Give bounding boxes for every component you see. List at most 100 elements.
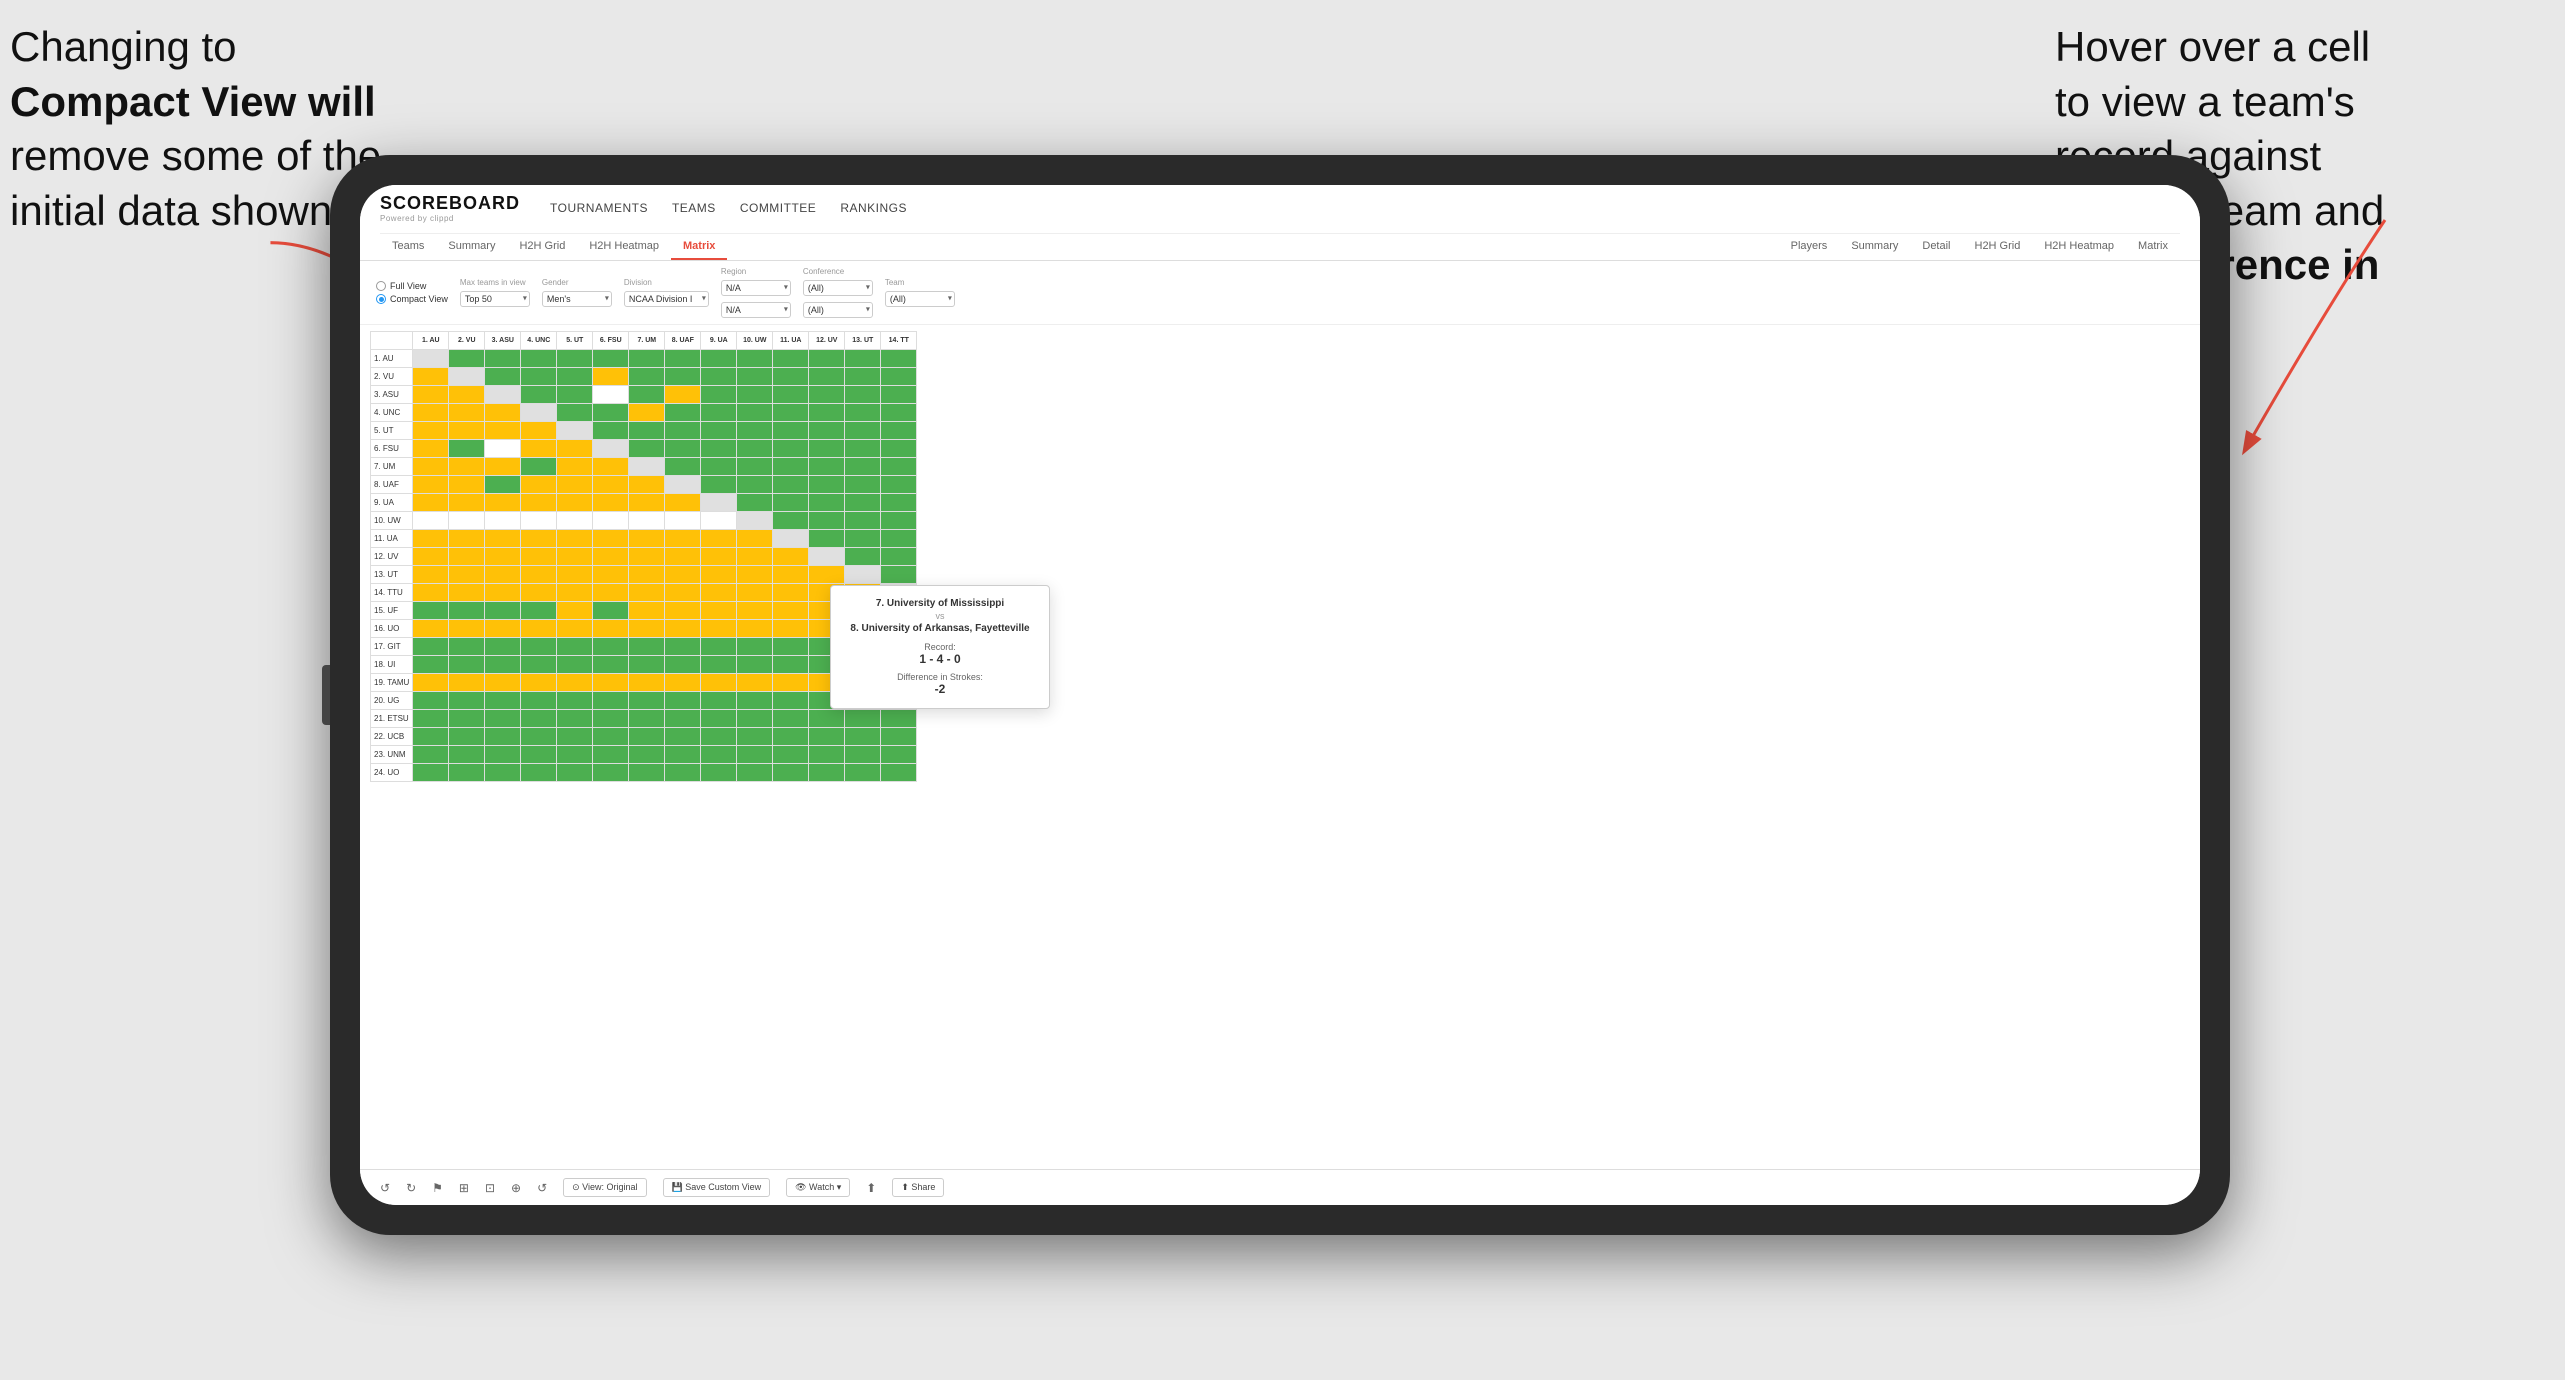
matrix-cell[interactable] xyxy=(521,548,557,566)
matrix-cell[interactable] xyxy=(701,530,737,548)
matrix-cell[interactable] xyxy=(593,404,629,422)
nav-teams[interactable]: TEAMS xyxy=(672,201,716,215)
matrix-cell[interactable] xyxy=(449,584,485,602)
matrix-cell[interactable] xyxy=(665,728,701,746)
matrix-cell[interactable] xyxy=(593,512,629,530)
matrix-cell[interactable] xyxy=(629,494,665,512)
matrix-cell[interactable] xyxy=(701,368,737,386)
matrix-cell[interactable] xyxy=(593,440,629,458)
matrix-cell[interactable] xyxy=(701,710,737,728)
matrix-cell[interactable] xyxy=(629,422,665,440)
matrix-cell[interactable] xyxy=(557,350,593,368)
matrix-cell[interactable] xyxy=(413,512,449,530)
matrix-cell[interactable] xyxy=(737,638,773,656)
matrix-cell[interactable] xyxy=(881,728,917,746)
matrix-cell[interactable] xyxy=(521,422,557,440)
tab-h2h-grid-right[interactable]: H2H Grid xyxy=(1963,234,2033,260)
matrix-cell[interactable] xyxy=(701,440,737,458)
matrix-cell[interactable] xyxy=(557,512,593,530)
matrix-cell[interactable] xyxy=(701,764,737,782)
matrix-cell[interactable] xyxy=(737,512,773,530)
matrix-cell[interactable] xyxy=(845,530,881,548)
matrix-cell[interactable] xyxy=(809,566,845,584)
matrix-cell[interactable] xyxy=(449,548,485,566)
matrix-cell[interactable] xyxy=(521,692,557,710)
matrix-cell[interactable] xyxy=(629,692,665,710)
matrix-cell[interactable] xyxy=(521,566,557,584)
matrix-cell[interactable] xyxy=(665,458,701,476)
conference-select-2[interactable]: (All) xyxy=(803,302,873,318)
team-select[interactable]: (All) xyxy=(885,291,955,307)
save-custom-btn[interactable]: 💾 Save Custom View xyxy=(663,1178,771,1197)
matrix-cell[interactable] xyxy=(665,530,701,548)
matrix-cell[interactable] xyxy=(449,602,485,620)
matrix-cell[interactable] xyxy=(449,710,485,728)
matrix-cell[interactable] xyxy=(629,746,665,764)
matrix-cell[interactable] xyxy=(881,458,917,476)
matrix-cell[interactable] xyxy=(773,440,809,458)
tab-summary-right[interactable]: Summary xyxy=(1839,234,1910,260)
full-view-radio[interactable]: Full View xyxy=(376,281,448,291)
region-select-1[interactable]: N/A xyxy=(721,280,791,296)
matrix-cell[interactable] xyxy=(773,638,809,656)
matrix-cell[interactable] xyxy=(737,530,773,548)
matrix-cell[interactable] xyxy=(521,458,557,476)
matrix-cell[interactable] xyxy=(521,368,557,386)
matrix-cell[interactable] xyxy=(413,422,449,440)
matrix-cell[interactable] xyxy=(737,728,773,746)
matrix-cell[interactable] xyxy=(845,512,881,530)
matrix-cell[interactable] xyxy=(485,548,521,566)
matrix-cell[interactable] xyxy=(701,350,737,368)
matrix-cell[interactable] xyxy=(737,494,773,512)
matrix-cell[interactable] xyxy=(665,368,701,386)
matrix-cell[interactable] xyxy=(521,728,557,746)
matrix-cell[interactable] xyxy=(593,350,629,368)
matrix-cell[interactable] xyxy=(413,548,449,566)
matrix-cell[interactable] xyxy=(629,566,665,584)
matrix-cell[interactable] xyxy=(413,728,449,746)
matrix-cell[interactable] xyxy=(773,620,809,638)
matrix-cell[interactable] xyxy=(413,368,449,386)
region-select-2[interactable]: N/A xyxy=(721,302,791,318)
matrix-cell[interactable] xyxy=(521,620,557,638)
matrix-cell[interactable] xyxy=(413,494,449,512)
matrix-cell[interactable] xyxy=(845,710,881,728)
matrix-cell[interactable] xyxy=(413,584,449,602)
matrix-cell[interactable] xyxy=(737,566,773,584)
matrix-cell[interactable] xyxy=(665,566,701,584)
matrix-cell[interactable] xyxy=(629,602,665,620)
matrix-cell[interactable] xyxy=(593,602,629,620)
matrix-cell[interactable] xyxy=(449,692,485,710)
matrix-cell[interactable] xyxy=(521,386,557,404)
matrix-cell[interactable] xyxy=(881,710,917,728)
matrix-cell[interactable] xyxy=(773,764,809,782)
matrix-cell[interactable] xyxy=(593,620,629,638)
matrix-cell[interactable] xyxy=(737,692,773,710)
matrix-cell[interactable] xyxy=(773,566,809,584)
tab-teams[interactable]: Teams xyxy=(380,234,436,260)
matrix-cell[interactable] xyxy=(737,458,773,476)
matrix-cell[interactable] xyxy=(593,386,629,404)
tool3-icon[interactable]: ⊡ xyxy=(485,1181,495,1195)
matrix-cell[interactable] xyxy=(413,566,449,584)
matrix-cell[interactable] xyxy=(557,584,593,602)
matrix-cell[interactable] xyxy=(881,494,917,512)
matrix-cell[interactable] xyxy=(773,368,809,386)
nav-rankings[interactable]: RANKINGS xyxy=(840,201,907,215)
matrix-cell[interactable] xyxy=(557,548,593,566)
tab-h2h-heatmap[interactable]: H2H Heatmap xyxy=(577,234,671,260)
matrix-cell[interactable] xyxy=(557,368,593,386)
matrix-cell[interactable] xyxy=(665,548,701,566)
matrix-cell[interactable] xyxy=(845,728,881,746)
matrix-cell[interactable] xyxy=(485,368,521,386)
matrix-cell[interactable] xyxy=(629,476,665,494)
matrix-cell[interactable] xyxy=(701,620,737,638)
matrix-cell[interactable] xyxy=(485,602,521,620)
matrix-cell[interactable] xyxy=(629,440,665,458)
matrix-cell[interactable] xyxy=(737,476,773,494)
matrix-cell[interactable] xyxy=(485,620,521,638)
matrix-cell[interactable] xyxy=(665,494,701,512)
matrix-cell[interactable] xyxy=(449,512,485,530)
matrix-cell[interactable] xyxy=(881,548,917,566)
matrix-cell[interactable] xyxy=(593,710,629,728)
